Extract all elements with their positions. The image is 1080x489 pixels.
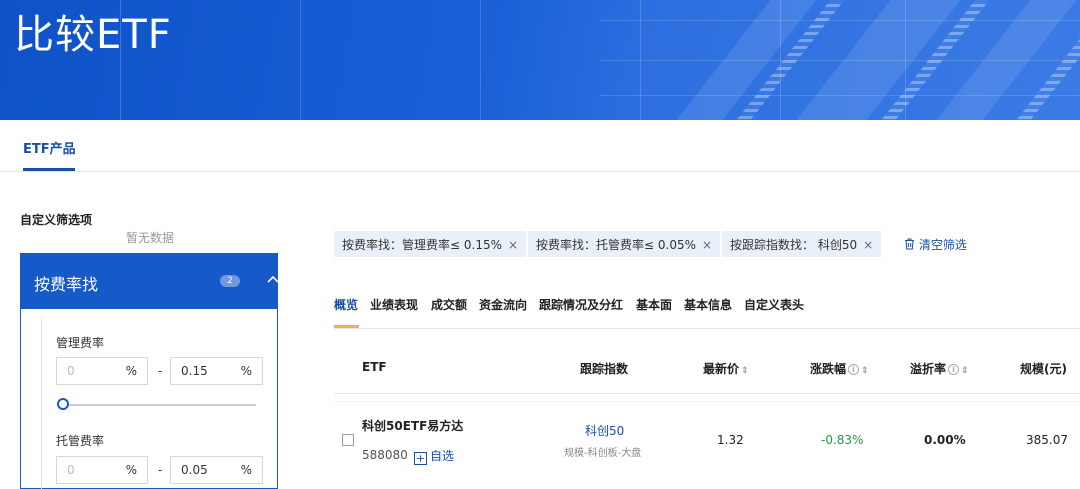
- latest-price: 1.32: [717, 433, 744, 447]
- info-icon[interactable]: i: [948, 364, 960, 375]
- mgmt-fee-slider-handle[interactable]: [57, 398, 69, 410]
- fee-filter-group-title: 按费率找: [34, 275, 99, 294]
- custody-fee-separator: -: [158, 463, 163, 477]
- tracking-index-link[interactable]: 科创50: [585, 422, 624, 439]
- page-banner: 比较ETF: [0, 0, 1080, 120]
- custody-fee-max-value: 0.05: [181, 463, 208, 477]
- filter-chip-label: 按跟踪指数找： 科创50: [730, 238, 858, 252]
- clear-filters-label: 清空筛选: [918, 238, 967, 252]
- tab-etf-products[interactable]: ETF产品: [23, 138, 76, 157]
- column-header-index: 跟踪指数: [580, 362, 629, 376]
- fund-size: 385.07: [1026, 433, 1068, 447]
- active-tab-indicator: [23, 168, 75, 171]
- column-header-premium[interactable]: 溢折率 i ⇕: [910, 360, 969, 377]
- column-header-premium-label: 溢折率: [910, 362, 947, 376]
- clear-filters-button[interactable]: 清空筛选: [904, 236, 967, 253]
- tab-performance[interactable]: 业绩表现: [370, 296, 418, 313]
- mgmt-fee-min-placeholder: 0: [67, 364, 75, 378]
- product-tabbar: ETF产品: [0, 120, 1080, 172]
- column-header-price-label: 最新价: [703, 362, 740, 376]
- chevron-up-icon[interactable]: [267, 271, 279, 287]
- filter-chip-label: 按费率找：托管费率≤ 0.05%: [536, 238, 696, 252]
- custody-fee-min-input[interactable]: 0 %: [56, 456, 148, 484]
- filter-chip-custody-fee: 按费率找：托管费率≤ 0.05% ×: [528, 231, 721, 257]
- mgmt-fee-label: 管理费率: [56, 336, 105, 350]
- fund-name[interactable]: 科创50ETF易方达: [362, 417, 463, 434]
- column-header-size: 规模(元): [1020, 362, 1067, 376]
- page-title: 比较ETF: [14, 12, 172, 58]
- close-icon[interactable]: ×: [702, 238, 712, 252]
- mgmt-fee-min-unit: %: [125, 364, 137, 378]
- header-divider: [334, 393, 1080, 394]
- header-divider-secondary: [334, 401, 1080, 402]
- custody-fee-label: 托管费率: [56, 434, 105, 448]
- tab-fund-flow[interactable]: 资金流向: [479, 296, 527, 313]
- info-icon[interactable]: i: [848, 364, 860, 375]
- custody-fee-max-input[interactable]: 0.05 %: [170, 456, 263, 484]
- sort-icon[interactable]: ⇕: [741, 366, 749, 376]
- add-to-watchlist-label: 自选: [430, 449, 455, 463]
- mgmt-fee-max-unit: %: [240, 364, 252, 378]
- tab-custom-columns[interactable]: 自定义表头: [744, 296, 804, 313]
- custom-filters-title: 自定义筛选项: [20, 213, 93, 227]
- column-header-change-label: 涨跌幅: [810, 362, 847, 376]
- mgmt-fee-min-input[interactable]: 0 %: [56, 357, 148, 385]
- filter-count-value: 2: [227, 276, 233, 286]
- premium-rate: 0.00%: [924, 433, 966, 447]
- price-change: -0.83%: [821, 433, 864, 447]
- filter-count-badge: 2: [220, 275, 240, 287]
- table-top-divider: [334, 328, 1080, 329]
- fee-filter-group-header[interactable]: 按费率找 2: [20, 253, 279, 309]
- custody-fee-min-placeholder: 0: [67, 463, 75, 477]
- plus-icon: +: [414, 452, 427, 465]
- tab-overview[interactable]: 概览: [334, 296, 358, 313]
- tab-fundamentals[interactable]: 基本面: [636, 296, 672, 313]
- filter-chip-index: 按跟踪指数找： 科创50 ×: [722, 231, 882, 257]
- column-header-change[interactable]: 涨跌幅 i ⇕: [810, 360, 869, 377]
- fund-code: 588080: [362, 448, 408, 462]
- tab-turnover[interactable]: 成交额: [431, 296, 467, 313]
- mgmt-fee-slider-track[interactable]: [62, 404, 256, 406]
- custody-fee-max-unit: %: [240, 463, 252, 477]
- filter-chip-label: 按费率找：管理费率≤ 0.15%: [342, 238, 502, 252]
- mgmt-fee-max-input[interactable]: 0.15 %: [170, 357, 263, 385]
- panel-divider: [41, 319, 42, 489]
- mgmt-fee-separator: -: [158, 364, 163, 378]
- row-select-checkbox[interactable]: [342, 434, 354, 446]
- no-data-text: 暂无数据: [126, 231, 175, 245]
- sort-icon[interactable]: ⇕: [861, 366, 869, 376]
- custody-fee-min-unit: %: [125, 463, 137, 477]
- close-icon[interactable]: ×: [508, 238, 518, 252]
- tab-tracking-dividend[interactable]: 跟踪情况及分红: [539, 296, 623, 313]
- column-header-etf: ETF: [362, 360, 387, 374]
- trash-icon: [904, 238, 919, 252]
- add-to-watchlist-button[interactable]: + 自选: [414, 447, 454, 465]
- close-icon[interactable]: ×: [863, 238, 873, 252]
- tab-basic-info[interactable]: 基本信息: [684, 296, 732, 313]
- index-tags: 规模-科创板-大盘: [564, 448, 642, 459]
- column-header-price[interactable]: 最新价 ⇕: [703, 360, 749, 377]
- filter-chip-mgmt-fee: 按费率找：管理费率≤ 0.15% ×: [334, 231, 527, 257]
- sort-icon[interactable]: ⇕: [961, 366, 969, 376]
- mgmt-fee-max-value: 0.15: [181, 364, 208, 378]
